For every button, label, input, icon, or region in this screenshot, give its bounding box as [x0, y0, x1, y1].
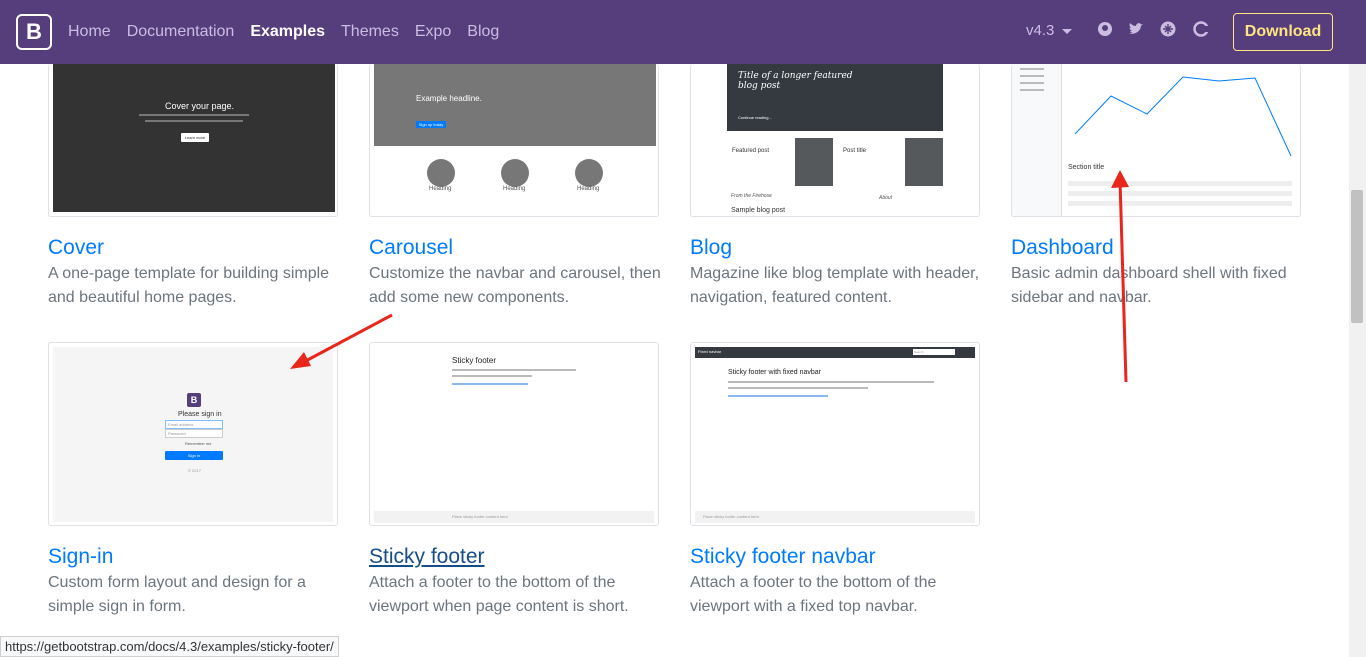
- sticky-text-line: [452, 375, 532, 377]
- carousel-slide: [374, 64, 656, 146]
- card-description: Attach a footer to the bottom of the vie…: [369, 574, 629, 615]
- cover-learn-button: Learn more: [181, 133, 209, 142]
- blog-sample-post: Sample blog post: [731, 207, 786, 214]
- card-description: Attach a footer to the bottom of the vie…: [690, 574, 937, 615]
- vertical-scrollbar[interactable]: [1349, 64, 1366, 657]
- top-navbar: B Home Documentation Examples Themes Exp…: [0, 0, 1366, 64]
- signin-thumbnail[interactable]: B Please sign in Email address Password …: [48, 342, 338, 526]
- blog-continue: Continue reading...: [738, 115, 772, 120]
- dashboard-section-title: Section title: [1068, 164, 1105, 171]
- blog-thumbnail[interactable]: Title of a longer featured blog post Con…: [690, 64, 980, 217]
- card-title[interactable]: Sticky footer: [369, 545, 485, 569]
- card-title[interactable]: Dashboard: [1011, 236, 1114, 260]
- carousel-heading: Heading: [503, 186, 526, 192]
- scrollbar-thumb[interactable]: [1351, 190, 1363, 323]
- stickynav-heading: Sticky footer with fixed navbar: [728, 369, 821, 376]
- carousel-signup-button: Sign up today: [416, 121, 446, 128]
- card-title[interactable]: Sign-in: [48, 545, 113, 569]
- blog-about: About: [879, 195, 893, 201]
- nav-blog[interactable]: Blog: [467, 23, 499, 41]
- carousel-circle: [501, 159, 529, 187]
- github-icon[interactable]: [1096, 20, 1114, 38]
- sidebar-line: [1020, 75, 1044, 77]
- card-description: A one-page template for building simple …: [48, 265, 330, 306]
- carousel-heading: Heading: [577, 186, 600, 192]
- sticky-footer-thumbnail[interactable]: Sticky footer Place sticky footer conten…: [369, 342, 659, 526]
- sidebar-line: [1020, 82, 1044, 84]
- card-title[interactable]: Blog: [690, 236, 732, 260]
- dashboard-thumbnail[interactable]: Section title: [1011, 64, 1301, 217]
- cover-thumbnail[interactable]: Cover your page. Learn more: [48, 64, 338, 217]
- cover-text-line: [139, 114, 249, 116]
- carousel-thumbnail[interactable]: Example headline. Sign up today Heading …: [369, 64, 659, 217]
- version-dropdown[interactable]: v4.3: [1026, 22, 1073, 39]
- nav-examples[interactable]: Examples: [250, 23, 325, 41]
- card-description: Custom form layout and design for a simp…: [48, 574, 306, 615]
- dashboard-table: [1068, 176, 1292, 210]
- nav-documentation[interactable]: Documentation: [127, 23, 235, 41]
- slack-icon[interactable]: [1159, 20, 1177, 38]
- cover-heading: Cover your page.: [165, 101, 235, 111]
- blog-thumb-image: [905, 138, 943, 186]
- blog-featured-post: Featured post: [732, 148, 770, 154]
- cover-text-line: [145, 120, 243, 122]
- carousel-circle: [427, 159, 455, 187]
- signin-logo: B: [187, 393, 201, 407]
- stickynav-footer-bar: Place sticky footer content here.: [695, 511, 975, 523]
- sticky-text-line: [452, 369, 576, 371]
- caret-down-icon: [1062, 28, 1073, 34]
- signin-email: Email address: [165, 420, 223, 429]
- signin-copyright: © 2017: [188, 468, 201, 473]
- sidebar-line: [1020, 89, 1044, 91]
- card-description: Basic admin dashboard shell with fixed s…: [1011, 265, 1287, 306]
- card-description: Magazine like blog template with header,…: [690, 265, 980, 306]
- dashboard-sidebar: [1012, 64, 1062, 216]
- sticky-footer-navbar-thumbnail[interactable]: Fixed navbar Search Sticky footer with f…: [690, 342, 980, 526]
- sticky-heading: Sticky footer: [452, 356, 497, 365]
- dashboard-line-chart: [1074, 76, 1292, 157]
- download-button[interactable]: Download: [1233, 13, 1333, 51]
- card-title[interactable]: Cover: [48, 236, 104, 260]
- carousel-heading: Heading: [429, 186, 452, 192]
- signin-password: Password: [165, 429, 223, 438]
- nav-home[interactable]: Home: [68, 23, 111, 41]
- nav-links: Home Documentation Examples Themes Expo …: [68, 0, 515, 64]
- opencollective-icon[interactable]: [1192, 20, 1210, 38]
- carousel-circle: [575, 159, 603, 187]
- stickynav-text-line: [728, 387, 868, 389]
- signin-heading: Please sign in: [178, 411, 222, 418]
- card-title[interactable]: Carousel: [369, 236, 453, 260]
- card-description: Customize the navbar and carousel, then …: [369, 265, 661, 306]
- signin-button: Sign in: [165, 451, 223, 460]
- status-bar-url: https://getbootstrap.com/docs/4.3/exampl…: [0, 636, 339, 657]
- version-label: v4.3: [1026, 22, 1055, 39]
- card-title[interactable]: Sticky footer navbar: [690, 545, 876, 569]
- sticky-link-line: [452, 383, 528, 385]
- sidebar-line: [1020, 68, 1044, 70]
- blog-firehose: From the Firehose: [731, 193, 772, 199]
- carousel-headline: Example headline.: [416, 94, 482, 103]
- bootstrap-logo[interactable]: B: [16, 14, 52, 50]
- stickynav-search: Search: [913, 349, 955, 355]
- blog-post-title: Post title: [843, 148, 867, 154]
- sticky-footer-bar: Place sticky footer content here.: [374, 511, 654, 523]
- blog-thumb-image: [795, 138, 833, 186]
- stickynav-link-line: [728, 395, 828, 397]
- signin-remember: Remember me: [185, 441, 212, 446]
- blog-feature-title: Title of a longer featured blog post: [738, 71, 853, 91]
- nav-expo[interactable]: Expo: [415, 23, 451, 41]
- stickynav-brand: Fixed navbar: [698, 349, 722, 354]
- twitter-icon[interactable]: [1127, 20, 1145, 38]
- nav-themes[interactable]: Themes: [341, 23, 399, 41]
- stickynav-text-line: [728, 381, 934, 383]
